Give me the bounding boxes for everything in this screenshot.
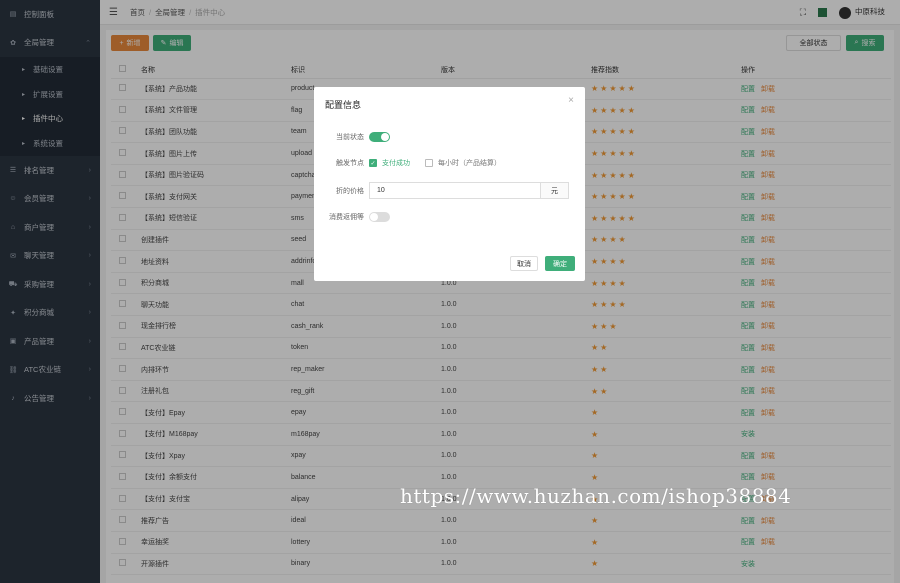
status-row: 当前状态 xyxy=(314,132,585,142)
status-label: 当前状态 xyxy=(336,134,364,141)
extra-label: 消费返佣等 xyxy=(329,214,364,221)
toggle-knob xyxy=(370,213,378,221)
price-field: 元 xyxy=(369,182,569,199)
node-option-label: 每小时（产品结算） xyxy=(438,160,501,167)
checkbox-checked-icon: ✓ xyxy=(369,159,377,167)
price-input[interactable] xyxy=(370,183,540,198)
confirm-button[interactable]: 确定 xyxy=(545,256,575,271)
watermark-text: https://www.huzhan.com/ishop38884 xyxy=(400,484,792,508)
toggle-knob xyxy=(381,133,389,141)
node-row: 触发节点 ✓ 支付成功 每小时（产品结算） xyxy=(314,158,585,168)
close-icon[interactable]: × xyxy=(568,95,574,106)
node-option-pay-success[interactable]: ✓ 支付成功 xyxy=(369,158,410,168)
config-modal: 配置信息 × 当前状态 触发节点 ✓ 支付成功 每小时（产品结算） 折的价格 元… xyxy=(314,87,585,281)
node-label: 触发节点 xyxy=(336,160,364,167)
node-option-label: 支付成功 xyxy=(382,160,410,167)
node-option-hourly[interactable]: 每小时（产品结算） xyxy=(425,158,501,168)
extra-toggle[interactable] xyxy=(369,212,390,222)
price-label: 折的价格 xyxy=(336,187,364,195)
modal-title: 配置信息 xyxy=(325,100,362,110)
price-unit: 元 xyxy=(540,183,568,198)
price-row: 折的价格 元 xyxy=(314,182,585,199)
cancel-button[interactable]: 取消 xyxy=(510,256,538,271)
status-toggle[interactable] xyxy=(369,132,390,142)
checkbox-icon xyxy=(425,159,433,167)
extra-row: 消费返佣等 xyxy=(314,212,585,222)
